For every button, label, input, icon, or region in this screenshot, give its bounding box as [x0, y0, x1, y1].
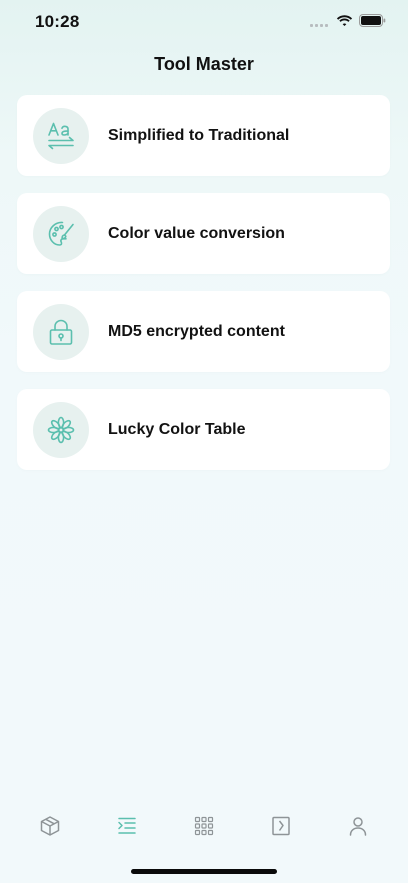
palette-icon — [33, 205, 89, 262]
tool-lucky-color-table[interactable]: Lucky Color Table — [17, 389, 390, 470]
tool-list: Simplified to Traditional Color value co… — [17, 95, 390, 487]
grid-icon — [194, 816, 214, 836]
tab-box[interactable] — [30, 806, 70, 846]
cellular-signal-icon — [310, 15, 328, 27]
home-indicator[interactable] — [131, 869, 277, 874]
cube-icon — [41, 816, 60, 836]
text-convert-icon — [33, 107, 89, 164]
tool-label: MD5 encrypted content — [108, 322, 285, 340]
person-icon — [349, 817, 366, 836]
tool-md5-encrypted-content[interactable]: MD5 encrypted content — [17, 291, 390, 372]
status-icons — [310, 14, 386, 27]
tab-apps[interactable] — [184, 806, 224, 846]
status-time: 10:28 — [35, 12, 80, 31]
tab-notes[interactable] — [261, 806, 301, 846]
tool-label: Lucky Color Table — [108, 420, 246, 438]
tool-label: Color value conversion — [108, 224, 285, 242]
tab-tools[interactable] — [107, 806, 147, 846]
flower-icon — [33, 401, 89, 458]
tool-label: Simplified to Traditional — [108, 126, 290, 144]
tab-bar — [0, 805, 408, 847]
tab-profile[interactable] — [338, 806, 378, 846]
page-title: Tool Master — [154, 54, 254, 74]
tool-simplified-to-traditional[interactable]: Simplified to Traditional — [17, 95, 390, 176]
note-icon — [272, 816, 290, 836]
tool-color-value-conversion[interactable]: Color value conversion — [17, 193, 390, 274]
lock-icon — [33, 303, 89, 360]
list-indent-icon — [118, 817, 136, 834]
wifi-icon — [336, 14, 353, 26]
status-bar: 10:28 — [0, 0, 408, 44]
battery-icon — [359, 14, 386, 27]
